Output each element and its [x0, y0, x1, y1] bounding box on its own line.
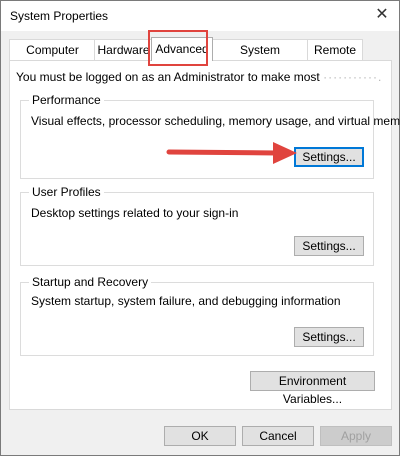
admin-note: You must be logged on as an Administrato… — [16, 70, 382, 84]
tab-hardware[interactable]: Hardware — [94, 39, 153, 60]
admin-note-blurred: ···········. — [323, 70, 383, 84]
tab-remote[interactable]: Remote — [307, 39, 363, 60]
system-properties-window: System Properties ✕ Computer Name Hardwa… — [0, 0, 400, 456]
user-profiles-description: Desktop settings related to your sign-in — [31, 206, 239, 220]
footer-separator — [1, 416, 399, 417]
close-icon[interactable]: ✕ — [369, 3, 395, 27]
user-profiles-group: User Profiles Desktop settings related t… — [20, 185, 374, 266]
window-title: System Properties — [10, 9, 109, 23]
performance-settings-button[interactable]: Settings... — [294, 147, 364, 167]
startup-recovery-group: Startup and Recovery System startup, sys… — [20, 275, 374, 356]
title-bar: System Properties ✕ — [1, 1, 399, 31]
user-profiles-title: User Profiles — [29, 185, 104, 199]
user-profiles-settings-button[interactable]: Settings... — [294, 236, 364, 256]
performance-description: Visual effects, processor scheduling, me… — [31, 114, 400, 128]
admin-note-text: You must be logged on as an Administrato… — [16, 70, 320, 84]
advanced-tab-highlight — [148, 30, 208, 66]
cancel-button[interactable]: Cancel — [242, 426, 314, 446]
startup-recovery-settings-button[interactable]: Settings... — [294, 327, 364, 347]
startup-recovery-title: Startup and Recovery — [29, 275, 152, 289]
tab-system-protection[interactable]: System Protection — [211, 39, 309, 77]
startup-recovery-description: System startup, system failure, and debu… — [31, 294, 341, 308]
ok-button[interactable]: OK — [164, 426, 236, 446]
performance-title: Performance — [29, 93, 104, 107]
environment-variables-button[interactable]: Environment Variables... — [250, 371, 375, 406]
tab-computer-name[interactable]: Computer Name — [9, 39, 96, 77]
arrow-annotation — [166, 142, 297, 164]
apply-button[interactable]: Apply — [320, 426, 392, 446]
